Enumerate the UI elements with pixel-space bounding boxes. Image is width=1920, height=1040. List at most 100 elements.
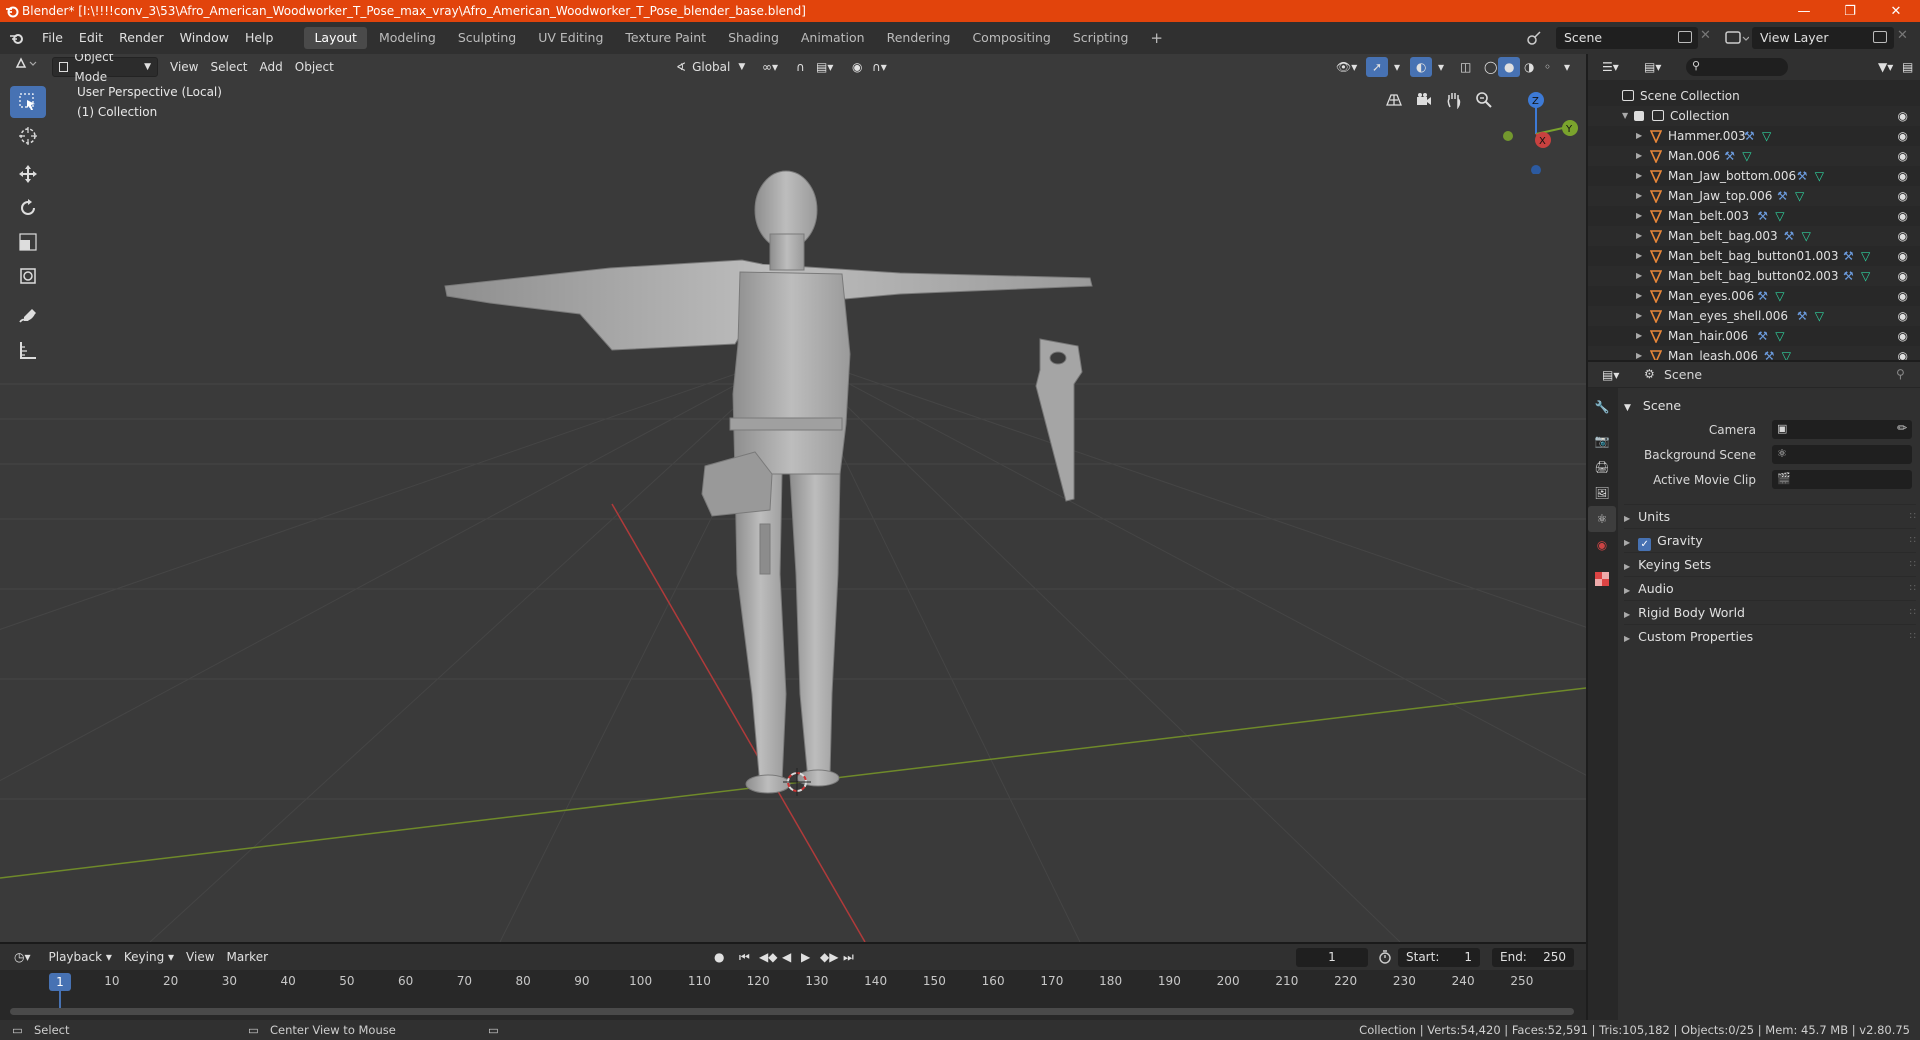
world-tab-icon[interactable]: ◉ bbox=[1588, 532, 1616, 558]
outliner[interactable]: ☰▾ ▤▾ ⚲ ▼▾ ▤ Scene Collection ▼ Collection… bbox=[1588, 54, 1920, 360]
pan-hand-icon[interactable] bbox=[1440, 86, 1468, 114]
outliner-object-row[interactable]: ▶ Man_belt_bag_button01.003 ⚒ ▽ ◉ bbox=[1588, 246, 1920, 266]
modifier-wrench-icon[interactable]: ⚒ bbox=[1724, 146, 1735, 166]
current-frame-field[interactable]: 1 bbox=[1296, 948, 1368, 967]
tab-modeling[interactable]: Modeling bbox=[369, 27, 446, 49]
scene-type-icon[interactable] bbox=[1526, 30, 1542, 49]
expand-arrow-icon[interactable]: ▶ bbox=[1636, 146, 1642, 166]
menu-file[interactable]: File bbox=[34, 22, 71, 54]
3d-viewport[interactable]: Object Mode ▼ View Select Add Object ∢ G… bbox=[0, 54, 1586, 942]
stopwatch-icon[interactable] bbox=[1378, 950, 1392, 967]
outliner-collection-row[interactable]: ▼ Collection ◉ bbox=[1588, 106, 1920, 126]
expand-arrow-icon[interactable]: ▶ bbox=[1636, 286, 1642, 306]
menu-marker[interactable]: Marker bbox=[221, 947, 274, 967]
new-scene-icon[interactable] bbox=[1678, 31, 1692, 43]
expand-arrow-icon[interactable]: ▶ bbox=[1636, 206, 1642, 226]
visibility-eye-icon[interactable]: ◉ bbox=[1898, 346, 1908, 360]
drag-handle-icon[interactable]: ∷ bbox=[1910, 625, 1916, 649]
visibility-eye-icon[interactable]: ◉ bbox=[1898, 246, 1908, 266]
camera-view-icon[interactable] bbox=[1410, 86, 1438, 114]
visibility-eye-icon[interactable]: ◉ bbox=[1898, 146, 1908, 166]
menu-timeline-view[interactable]: View bbox=[180, 947, 220, 967]
view-layer-icon[interactable] bbox=[1725, 30, 1750, 49]
render-tab-icon[interactable]: 📷 bbox=[1588, 428, 1616, 454]
transform-tool-icon[interactable] bbox=[10, 260, 46, 292]
select-box-tool-icon[interactable] bbox=[10, 86, 46, 118]
active-movie-clip-field[interactable]: 🎬 bbox=[1772, 470, 1912, 489]
mesh-data-icon[interactable]: ▽ bbox=[1815, 306, 1824, 326]
texture-tab-icon[interactable] bbox=[1588, 566, 1616, 592]
menu-view[interactable]: View bbox=[164, 57, 204, 77]
modifier-wrench-icon[interactable]: ⚒ bbox=[1777, 186, 1788, 206]
outliner-object-row[interactable]: ▶ Man_leash.006 ⚒ ▽ ◉ bbox=[1588, 346, 1920, 360]
exclude-checkbox[interactable] bbox=[1634, 111, 1644, 121]
menu-add[interactable]: Add bbox=[254, 57, 289, 77]
outliner-search-input[interactable]: ⚲ bbox=[1686, 58, 1788, 76]
outliner-root-row[interactable]: Scene Collection bbox=[1588, 86, 1920, 106]
tab-texture-paint[interactable]: Texture Paint bbox=[615, 27, 716, 49]
section-gravity[interactable]: ▶ ✓ Gravity ∷ bbox=[1624, 528, 1916, 552]
menu-object[interactable]: Object bbox=[289, 57, 340, 77]
xray-toggle-icon[interactable]: ◫ bbox=[1454, 57, 1477, 77]
falloff-icon[interactable]: ∩▾ bbox=[866, 57, 893, 77]
modifier-wrench-icon[interactable]: ⚒ bbox=[1757, 326, 1768, 346]
modifier-wrench-icon[interactable]: ⚒ bbox=[1843, 266, 1854, 286]
menu-edit[interactable]: Edit bbox=[71, 22, 111, 54]
outliner-object-row[interactable]: ▶ Man_eyes_shell.006 ⚒ ▽ ◉ bbox=[1588, 306, 1920, 326]
record-icon[interactable]: ● bbox=[708, 947, 730, 967]
outliner-object-row[interactable]: ▶ Man_belt_bag.003 ⚒ ▽ ◉ bbox=[1588, 226, 1920, 246]
modifier-wrench-icon[interactable]: ⚒ bbox=[1764, 346, 1775, 360]
visibility-eye-icon[interactable]: ◉ bbox=[1898, 106, 1908, 126]
mesh-data-icon[interactable]: ▽ bbox=[1815, 166, 1824, 186]
menu-playback[interactable]: Playback ▾ bbox=[43, 947, 118, 967]
modifier-wrench-icon[interactable]: ⚒ bbox=[1797, 306, 1808, 326]
background-scene-field[interactable]: ⚛ bbox=[1772, 445, 1912, 464]
scene-tab-icon[interactable]: ⚛ bbox=[1588, 506, 1616, 532]
transform-orientation-dropdown[interactable]: ∢ Global ▼ bbox=[670, 57, 751, 77]
expand-arrow-icon[interactable]: ▶ bbox=[1636, 126, 1642, 146]
properties-editor[interactable]: ▤▾ ⚙ Scene ⚲ 🔧 📷 🖨 🖼 ⚛ ◉ ▼ Scene Camera … bbox=[1588, 362, 1920, 1020]
playhead-marker[interactable]: 1 bbox=[49, 973, 71, 991]
visibility-eye-icon[interactable]: ◉ bbox=[1898, 226, 1908, 246]
tab-shading[interactable]: Shading bbox=[718, 27, 789, 49]
outliner-object-row[interactable]: ▶ Man_eyes.006 ⚒ ▽ ◉ bbox=[1588, 286, 1920, 306]
menu-render[interactable]: Render bbox=[111, 22, 172, 54]
expand-arrow-icon[interactable]: ▶ bbox=[1636, 246, 1642, 266]
tab-rendering[interactable]: Rendering bbox=[877, 27, 961, 49]
gizmo-toggle-icon[interactable]: ➚ bbox=[1366, 57, 1389, 77]
drag-handle-icon[interactable]: ∷ bbox=[1910, 553, 1916, 577]
cursor-tool-icon[interactable] bbox=[10, 120, 46, 152]
scale-tool-icon[interactable] bbox=[10, 226, 46, 258]
drag-handle-icon[interactable]: ∷ bbox=[1910, 601, 1916, 625]
visibility-eye-icon[interactable]: ◉ bbox=[1898, 206, 1908, 226]
menu-window[interactable]: Window bbox=[172, 22, 237, 54]
expand-arrow-icon[interactable]: ▶ bbox=[1636, 326, 1642, 346]
close-button[interactable]: ✕ bbox=[1873, 0, 1919, 22]
mesh-data-icon[interactable]: ▽ bbox=[1861, 266, 1870, 286]
section-rigid-body-world[interactable]: ▶ Rigid Body World ∷ bbox=[1624, 600, 1916, 624]
toggle-camera-grid-icon[interactable] bbox=[1380, 86, 1408, 114]
visibility-icon[interactable]: 👁▾ bbox=[1330, 57, 1363, 77]
tab-sculpting[interactable]: Sculpting bbox=[448, 27, 526, 49]
new-view-layer-icon[interactable] bbox=[1873, 31, 1887, 43]
visibility-eye-icon[interactable]: ◉ bbox=[1898, 326, 1908, 346]
outliner-object-row[interactable]: ▶ Hammer.003 ⚒ ▽ ◉ bbox=[1588, 126, 1920, 146]
modifier-wrench-icon[interactable]: ⚒ bbox=[1784, 226, 1795, 246]
end-frame-field[interactable]: End: 250 bbox=[1492, 948, 1574, 967]
rotate-tool-icon[interactable] bbox=[10, 192, 46, 224]
character-model[interactable] bbox=[444, 170, 1093, 794]
mesh-data-icon[interactable]: ▽ bbox=[1775, 326, 1784, 346]
expand-arrow-icon[interactable]: ▶ bbox=[1636, 306, 1642, 326]
modifier-wrench-icon[interactable]: ⚒ bbox=[1757, 286, 1768, 306]
mesh-data-icon[interactable]: ▽ bbox=[1775, 206, 1784, 226]
annotate-tool-icon[interactable] bbox=[10, 300, 46, 332]
mesh-data-icon[interactable]: ▽ bbox=[1861, 246, 1870, 266]
mesh-data-icon[interactable]: ▽ bbox=[1795, 186, 1804, 206]
outliner-object-row[interactable]: ▶ Man.006 ⚒ ▽ ◉ bbox=[1588, 146, 1920, 166]
section-custom-properties[interactable]: ▶ Custom Properties ∷ bbox=[1624, 624, 1916, 648]
section-audio[interactable]: ▶ Audio ∷ bbox=[1624, 576, 1916, 600]
outliner-object-row[interactable]: ▶ Man_Jaw_top.006 ⚒ ▽ ◉ bbox=[1588, 186, 1920, 206]
snap-icon[interactable]: ∩ bbox=[790, 57, 811, 77]
menu-keying[interactable]: Keying ▾ bbox=[118, 947, 180, 967]
gravity-checkbox[interactable]: ✓ bbox=[1638, 538, 1652, 551]
